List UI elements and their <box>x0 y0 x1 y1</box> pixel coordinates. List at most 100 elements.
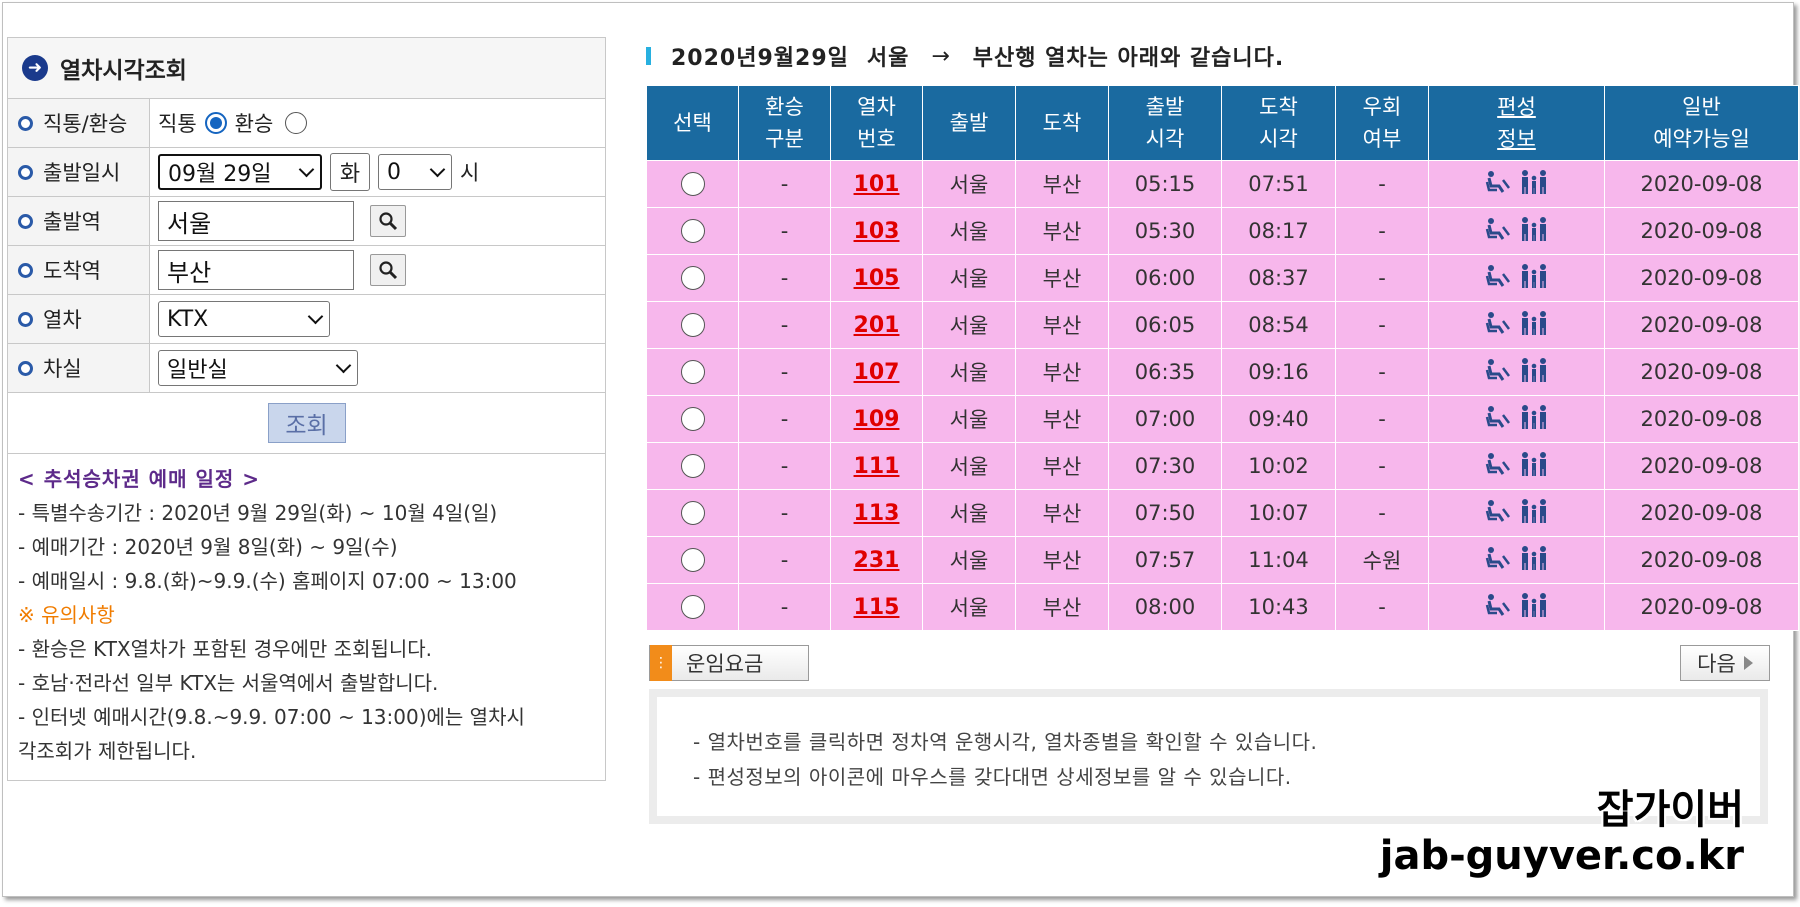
arrival-search-button[interactable] <box>370 254 406 286</box>
transfer-radio[interactable] <box>285 112 308 134</box>
train-number-link[interactable]: 107 <box>830 348 923 396</box>
header-formation-link[interactable]: 편성 정보 <box>1428 85 1605 161</box>
train-results-body: -101 서울 부산 05:15 07:51-2020-09-08-103 서울 부산 05:… <box>646 160 1799 631</box>
table-row: -115 서울 부산 08:00 10:43-2020-09-08 <box>646 583 1799 631</box>
cell-formation <box>1428 489 1605 537</box>
header-departure: 출발 <box>922 85 1016 161</box>
select-train-radio[interactable] <box>680 312 705 337</box>
formation-icons[interactable] <box>1485 310 1549 336</box>
cell-departure-time: 07:30 <box>1108 442 1222 490</box>
table-header-row: 선택 환승 구분 열차 번호 출발 도착 출발 시각 도착 시각 우회 여부 편성 정보 일… <box>646 85 1799 161</box>
train-number-link[interactable]: 111 <box>830 442 923 490</box>
cell-detour: - <box>1335 442 1429 490</box>
select-train-radio[interactable] <box>680 265 705 290</box>
cell-detour: - <box>1335 301 1429 349</box>
fare-button[interactable]: ⋮ 운임요금 <box>649 645 809 681</box>
cell-formation <box>1428 536 1605 584</box>
select-train-radio[interactable] <box>680 171 705 196</box>
cell-detour: - <box>1335 489 1429 537</box>
formation-icons[interactable] <box>1485 404 1549 430</box>
departure-search-button[interactable] <box>370 205 406 237</box>
search-panel-title: ➜ 열차시각조회 <box>8 38 605 99</box>
direct-radio[interactable] <box>204 112 227 134</box>
hour-select[interactable]: 0 <box>378 154 452 190</box>
train-type-select[interactable]: KTX <box>158 301 330 337</box>
label-route-type: 직통/환승 <box>8 99 150 147</box>
select-train-radio[interactable] <box>680 359 705 384</box>
cell-departure-time: 07:00 <box>1108 395 1222 443</box>
weekday-box: 화 <box>330 153 370 191</box>
wheelchair-icon <box>1485 171 1510 193</box>
row-departure-datetime: 출발일시 09월 29일 화 0 시 <box>8 148 605 197</box>
cell-departure-time: 05:30 <box>1108 207 1222 255</box>
wheelchair-icon <box>1485 500 1510 522</box>
table-row: -231 서울 부산 07:57 11:04 수원 2020-09-08 <box>646 536 1799 584</box>
table-row: -109 서울 부산 07:00 09:40-2020-09-08 <box>646 395 1799 443</box>
notice-line: - 환승은 KTX열차가 포함된 경우에만 조회됩니다. <box>18 637 433 661</box>
datetime-inputs: 09월 29일 화 0 시 <box>150 153 479 191</box>
watermark-line1: 잡가이버 <box>1596 787 1744 833</box>
select-train-radio[interactable] <box>680 218 705 243</box>
select-train-radio[interactable] <box>680 406 705 431</box>
next-button[interactable]: 다음 <box>1680 645 1770 681</box>
cell-select <box>646 160 739 208</box>
seat-class-select[interactable]: 일반실 <box>158 350 358 386</box>
header-departure-time: 출발 시각 <box>1108 85 1222 161</box>
query-button[interactable]: 조회 <box>267 403 346 443</box>
select-train-radio[interactable] <box>680 500 705 525</box>
label-arrival-station: 도착역 <box>8 246 150 294</box>
notice-line: - 인터넷 예매시간(9.8.~9.9. 07:00 ~ 13:00)에는 열차… <box>18 705 525 729</box>
cell-select <box>646 442 739 490</box>
header-booking-date: 일반 예약가능일 <box>1604 85 1799 161</box>
cell-arrival-time: 08:37 <box>1221 254 1336 302</box>
train-number-link[interactable]: 115 <box>830 583 923 631</box>
formation-icons[interactable] <box>1485 498 1549 524</box>
cell-formation <box>1428 583 1605 631</box>
watermark-line2: jab-guyver.co.kr <box>1379 833 1744 879</box>
select-train-radio[interactable] <box>680 547 705 572</box>
notice-line: - 특별수송기간 : 2020년 9월 29일(화) ~ 10월 4일(일) <box>18 501 498 525</box>
arrival-station-input[interactable]: 부산 <box>158 250 354 290</box>
train-number-link[interactable]: 105 <box>830 254 923 302</box>
header-arrival-time: 도착 시각 <box>1221 85 1336 161</box>
wheelchair-icon <box>1485 406 1510 428</box>
row-route-type: 직통/환승 직통 환승 <box>8 99 605 148</box>
formation-icons[interactable] <box>1485 263 1549 289</box>
cell-transfer: - <box>738 583 831 631</box>
cell-arrival-time: 11:04 <box>1221 536 1336 584</box>
train-number-link[interactable]: 201 <box>830 301 923 349</box>
train-number-link[interactable]: 103 <box>830 207 923 255</box>
cell-departure-time: 07:50 <box>1108 489 1222 537</box>
formation-icons[interactable] <box>1485 216 1549 242</box>
cell-booking-date: 2020-09-08 <box>1604 254 1799 302</box>
train-number-link[interactable]: 101 <box>830 160 923 208</box>
cell-departure: 서울 <box>922 536 1016 584</box>
select-train-radio[interactable] <box>680 594 705 619</box>
cell-arrival: 부산 <box>1015 583 1109 631</box>
table-row: -201 서울 부산 06:05 08:54-2020-09-08 <box>646 301 1799 349</box>
arrow-right-icon: ➜ <box>22 55 48 81</box>
formation-icons[interactable] <box>1485 451 1549 477</box>
bullet-icon <box>18 360 33 376</box>
train-number-link[interactable]: 231 <box>830 536 923 584</box>
cell-formation <box>1428 301 1605 349</box>
cell-formation <box>1428 207 1605 255</box>
date-select[interactable]: 09월 29일 <box>158 154 322 190</box>
select-train-radio[interactable] <box>680 453 705 478</box>
train-number-link[interactable]: 109 <box>830 395 923 443</box>
formation-icons[interactable] <box>1485 592 1549 618</box>
family-icon <box>1521 311 1546 335</box>
formation-icons[interactable] <box>1485 357 1549 383</box>
cell-detour: - <box>1335 207 1429 255</box>
header-train-no: 열차 번호 <box>830 85 923 161</box>
train-number-link[interactable]: 113 <box>830 489 923 537</box>
formation-icons[interactable] <box>1485 169 1549 195</box>
formation-icons[interactable] <box>1485 545 1549 571</box>
header-detour: 우회 여부 <box>1335 85 1429 161</box>
transfer-label: 환승 <box>234 112 274 136</box>
departure-station-input[interactable]: 서울 <box>158 201 354 241</box>
cell-transfer: - <box>738 348 831 396</box>
hour-unit: 시 <box>460 161 480 185</box>
table-row: -113 서울 부산 07:50 10:07-2020-09-08 <box>646 489 1799 537</box>
notice-line: - 호남·전라선 일부 KTX는 서울역에서 출발합니다. <box>18 671 439 695</box>
